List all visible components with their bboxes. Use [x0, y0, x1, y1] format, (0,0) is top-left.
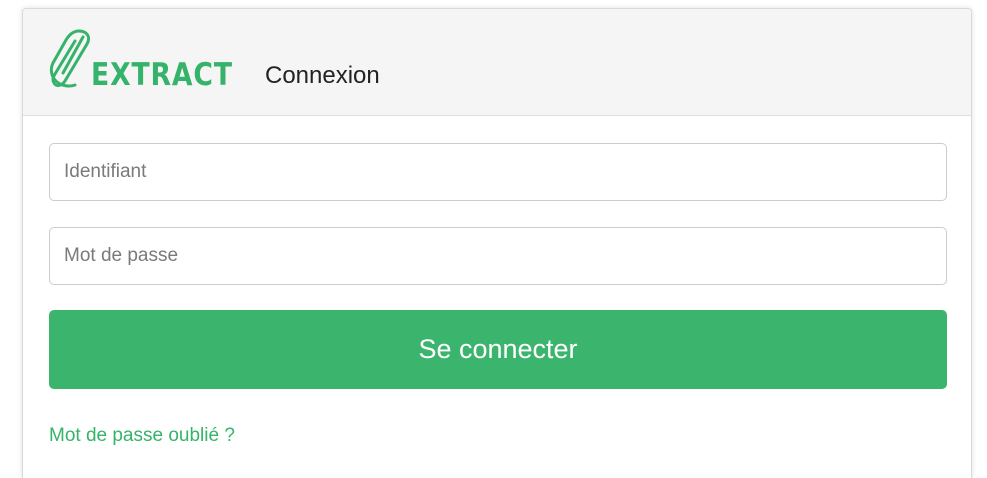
extract-logo: EXTRACT — [49, 27, 259, 93]
login-button[interactable]: Se connecter — [49, 310, 947, 389]
panel-header: EXTRACT Connexion — [23, 9, 971, 116]
page-title: Connexion — [265, 62, 380, 89]
paperclip-logo-icon — [49, 29, 91, 88]
login-panel: EXTRACT Connexion Se connecter Mot de pa… — [22, 8, 972, 478]
login-page: EXTRACT Connexion Se connecter Mot de pa… — [0, 0, 987, 478]
username-field[interactable] — [49, 143, 947, 201]
logo-text: EXTRACT — [91, 57, 233, 93]
password-field[interactable] — [49, 227, 947, 285]
forgot-password-link[interactable]: Mot de passe oublié ? — [49, 425, 235, 447]
